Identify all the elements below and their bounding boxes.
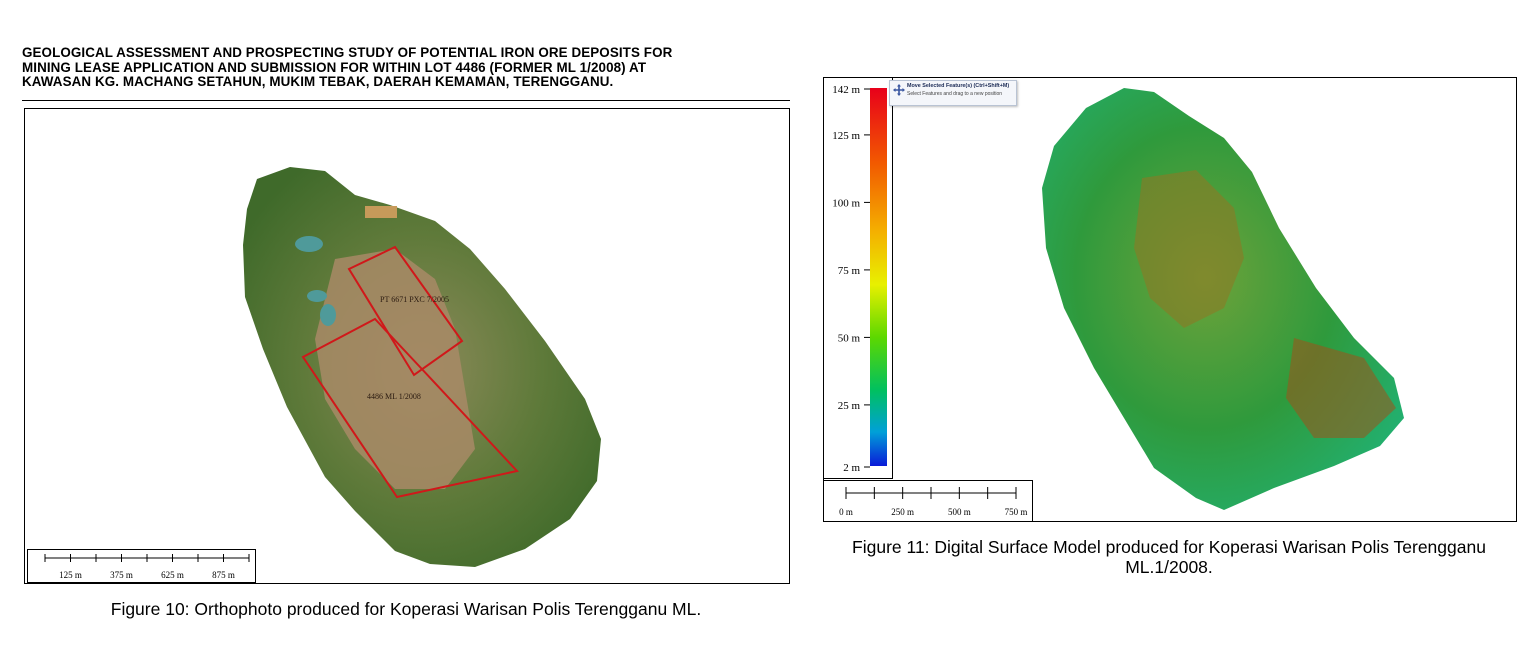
scale-bar-fig10: 125 m 375 m 625 m 875 m bbox=[27, 549, 256, 583]
figure-11-caption-line-1: Figure 11: Digital Surface Model produce… bbox=[852, 537, 1486, 557]
legend-label: 142 m bbox=[832, 84, 860, 96]
elevation-color-ramp bbox=[870, 88, 887, 466]
scale-label: 250 m bbox=[891, 507, 914, 517]
building-roof bbox=[365, 206, 397, 218]
pond-1 bbox=[295, 236, 323, 252]
scale-label: 750 m bbox=[1005, 507, 1028, 517]
scale-label: 375 m bbox=[110, 570, 133, 580]
scale-label: 625 m bbox=[161, 570, 184, 580]
scale-bar-fig11: 0 m 250 m 500 m 750 m bbox=[824, 480, 1033, 521]
scale-label: 500 m bbox=[948, 507, 971, 517]
move-feature-tooltip: Move Selected Feature(s) (Ctrl+Shift+M) … bbox=[889, 80, 1017, 106]
orthophoto-map: PT 6671 PXC 7/2005 4486 ML 1/2008 bbox=[243, 167, 601, 567]
tooltip-title: Move Selected Feature(s) (Ctrl+Shift+M) bbox=[907, 83, 1010, 89]
plot-label-lower: 4486 ML 1/2008 bbox=[367, 392, 421, 401]
document-header: GEOLOGICAL ASSESSMENT AND PROSPECTING ST… bbox=[22, 45, 788, 90]
scale-label: 0 m bbox=[839, 507, 853, 517]
legend-label: 2 m bbox=[843, 462, 860, 474]
scale-label: 875 m bbox=[212, 570, 235, 580]
legend-label: 100 m bbox=[832, 197, 860, 209]
dsm-map bbox=[1042, 88, 1404, 510]
legend-label: 75 m bbox=[838, 265, 861, 277]
plot-label-upper: PT 6671 PXC 7/2005 bbox=[380, 295, 449, 304]
header-rule bbox=[22, 100, 790, 101]
figure-11-caption: Figure 11: Digital Surface Model produce… bbox=[823, 537, 1515, 577]
pond-3 bbox=[320, 304, 336, 326]
figure-10-caption: Figure 10: Orthophoto produced for Koper… bbox=[110, 599, 702, 619]
header-line-2: MINING LEASE APPLICATION AND SUBMISSION … bbox=[22, 59, 647, 75]
figure-11-caption-line-2: ML.1/2008. bbox=[1125, 557, 1213, 577]
legend-label: 125 m bbox=[832, 130, 860, 142]
figure-10-orthophoto: PT 6671 PXC 7/2005 4486 ML 1/2008 125 m 3… bbox=[24, 108, 790, 584]
figure-11-dsm: 142 m 125 m 100 m 75 m 50 m 25 m 2 m Move Sele… bbox=[823, 77, 1517, 522]
header-line-3: KAWASAN KG. MACHANG SETAHUN, MUKIM TEBAK… bbox=[22, 74, 614, 89]
scale-label: 125 m bbox=[59, 570, 82, 580]
pond-2 bbox=[307, 290, 327, 302]
legend-label: 25 m bbox=[838, 400, 861, 412]
elevation-legend: 142 m 125 m 100 m 75 m 50 m 25 m 2 m bbox=[824, 78, 893, 479]
header-line-1: GEOLOGICAL ASSESSMENT AND PROSPECTING ST… bbox=[22, 45, 673, 60]
move-icon bbox=[893, 84, 905, 96]
tooltip-description: Select Features and drag to a new positi… bbox=[907, 91, 1003, 97]
legend-label: 50 m bbox=[838, 332, 861, 344]
